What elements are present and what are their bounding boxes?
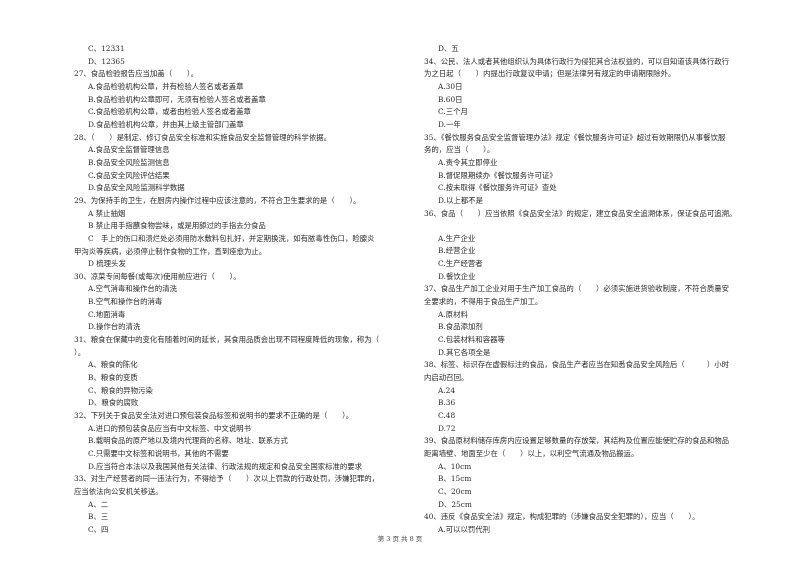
question-text: 30、凉菜专间每餐(或每次)使用前应进行（ ）。: [74, 271, 241, 281]
question-text-continued: 距离墙壁、地面至少在（ ）以上，以利空气流通及物品搬运。: [424, 448, 639, 458]
answer-option: B.空气和操作台的消毒: [88, 297, 163, 307]
question-text-continued: ）。: [74, 347, 86, 357]
page-footer: 第 3 页 共 8 页: [377, 535, 423, 543]
answer-option: C.生产经营者: [438, 259, 483, 269]
answer-option: A.24: [438, 385, 456, 395]
question-text: 31、粮食在保藏中的变化有随着时间的延长，其食用品质会出现不同程度降低的现象，称…: [74, 335, 380, 345]
question-text-continued: 全要求的，不得用于食品生产加工。: [424, 297, 543, 307]
answer-option: B.食品添加剂: [438, 322, 483, 332]
answer-option: B.载明食品的原产地以及境内代理商的名称、地址、联系方式: [88, 436, 288, 446]
answer-option: D.食品检验机构公章，并由其上级主管部门盖章: [88, 119, 244, 129]
answer-option: C、粮食的异物污染: [88, 385, 153, 395]
answer-option: D 梳理头发: [88, 259, 126, 269]
answer-option: C、12331: [88, 44, 125, 53]
answer-option: D、五: [438, 44, 459, 53]
answer-option: C.三个月: [438, 107, 468, 117]
answer-option: C.48: [438, 411, 456, 421]
question-text-continued: 应当依法向公安机关移送。: [74, 486, 163, 496]
answer-option: A.责令其立即停业: [438, 157, 498, 167]
answer-option: C.包装材料和容器等: [438, 335, 505, 345]
question-text: 34、公民、法人或者其他组织认为具体行政行为侵犯其合法权益的，可以自知道该具体行…: [424, 56, 730, 66]
answer-option: B、三: [88, 512, 109, 522]
answer-option: B.经营企业: [438, 246, 476, 256]
answer-option: D、12365: [88, 56, 125, 66]
answer-option: B.60日: [438, 94, 463, 104]
left-column: C、12331 D、12365 27、食品检验报告应当加盖（ ）。 A.食品检验机构公…: [74, 43, 392, 537]
question-text: 35、《餐饮服务食品安全监督管理办法》规定《餐饮服务许可证》超过有效期限仍从事餐…: [424, 132, 726, 142]
question-text-continued: 甲沟炎等疾病，必须停止制作食物的工作，直到痊愈为止。: [74, 246, 267, 256]
question-text: 36、食品（ ）应当依照《食品安全法》的规定，建立食品安全追溯体系，保证食品可追…: [424, 208, 737, 218]
question-text: 37、食品生产加工企业对用于生产加工食品的（ ）必须实施进货验收制度，不符合质量…: [424, 284, 730, 294]
answer-option: B.食品检验机构公章即可，无须有检验人签名或者盖章: [88, 94, 266, 104]
answer-option: C 手上的伤口和溃烂处必须用防水敷料包扎好，并定期换洗，如有脓毒性伤口，睑腺炎: [88, 233, 375, 243]
answer-option: B、粮食的变质: [88, 373, 138, 383]
answer-option: A.食品安全监督管理信息: [88, 145, 170, 155]
question-text: 33、对生产经营者的同一违法行为，不得给予（ ）次以上罚款的行政处罚，涉嫌犯罪的…: [74, 474, 380, 484]
answer-option: D.食品安全风险监测科学数据: [88, 183, 185, 193]
question-text-continued: 内启动召回。: [424, 373, 469, 383]
answer-option: A 禁止抽烟: [88, 208, 126, 218]
question-text: 39、食品原材料储存库房内应设置足够数量的存放架，其结构及位置应能使贮存的食品和…: [424, 436, 730, 446]
answer-option: A.生产企业: [438, 233, 476, 243]
question-text: 38、标签、标识存在虚假标注的食品，食品生产者应当在知悉食品安全风险后（ ）小时: [424, 360, 730, 370]
answer-option: C.只需要中文标签和说明书，其他的不需要: [88, 449, 229, 458]
answer-option: D.以上都不是: [438, 195, 483, 205]
answer-option: A.进口的预包装食品应当有中文标签、中文说明书: [88, 423, 251, 433]
answer-option: D.操作台的清洗: [88, 322, 141, 332]
answer-option: D、25cm: [438, 499, 472, 509]
answer-option: A.食品检验机构公章，并有检验人签名或者盖章: [88, 81, 244, 91]
question-text: 27、食品检验报告应当加盖（ ）。: [74, 69, 198, 79]
question-text: 29、为保持手的卫生，在厨房内操作过程中应该注意的，不符合卫生要求的是（ ）。: [74, 195, 361, 205]
answer-option: D.应当符合本法以及我国其他有关法律、行政法规的规定和食品安全国家标准的要求: [88, 461, 363, 471]
answer-option: C.食品安全风险评估结果: [88, 170, 170, 180]
answer-option: B.食品安全风险监测信息: [88, 157, 170, 167]
answer-option: D.一年: [438, 119, 461, 129]
question-text: 32、下列关于食品安全法对进口预包装食品标签和说明书的要求不正确的是（ ）。: [74, 411, 354, 421]
answer-option: B.36: [438, 398, 456, 408]
answer-option: B、15cm: [438, 474, 472, 484]
answer-option: D.餐饮企业: [438, 271, 476, 281]
answer-option: C、20cm: [438, 486, 472, 496]
answer-option: C.按未取得《餐饮服务许可证》查处: [438, 183, 557, 193]
answer-option: D.72: [438, 423, 456, 433]
answer-option: C.食品检验机构公章，或者由检验人签名或者盖章: [88, 107, 251, 117]
answer-option: D、粮食的腐败: [88, 398, 139, 408]
question-text-continued: 务的，应当（ ）。: [424, 145, 495, 155]
answer-option: A.原材料: [438, 309, 468, 319]
answer-option: D.其它各项全是: [438, 347, 491, 357]
question-text: 28、（ ）是制定、修订食品安全标准和实施食品安全监督管理的科学依据。: [74, 132, 331, 142]
answer-option: A、二: [88, 499, 109, 509]
question-text: 40、违反《食品安全法》规定，构成犯罪的（涉嫌食品安全犯罪的），应当（ ）。: [424, 512, 700, 522]
answer-option: B 禁止用手指蘸食物尝味，或是用舔过的手指去分食品: [88, 221, 266, 231]
answer-option: A.空气消毒和操作台的清洗: [88, 284, 177, 294]
answer-option: B.督促限期续办《餐饮服务许可证》: [438, 170, 557, 180]
right-column: D、五 34、公民、法人或者其他组织认为具体行政行为侵犯其合法权益的，可以自知道该…: [424, 43, 742, 537]
answer-option: A、10cm: [438, 461, 472, 471]
answer-option: C.地面消毒: [88, 309, 126, 319]
answer-option: A、粮食的陈化: [88, 360, 138, 370]
question-text-continued: 为之日起（ ）内提出行政复议申请；但是法律另有规定的申请期限除外。: [424, 69, 676, 79]
answer-option: A.30日: [438, 81, 463, 91]
